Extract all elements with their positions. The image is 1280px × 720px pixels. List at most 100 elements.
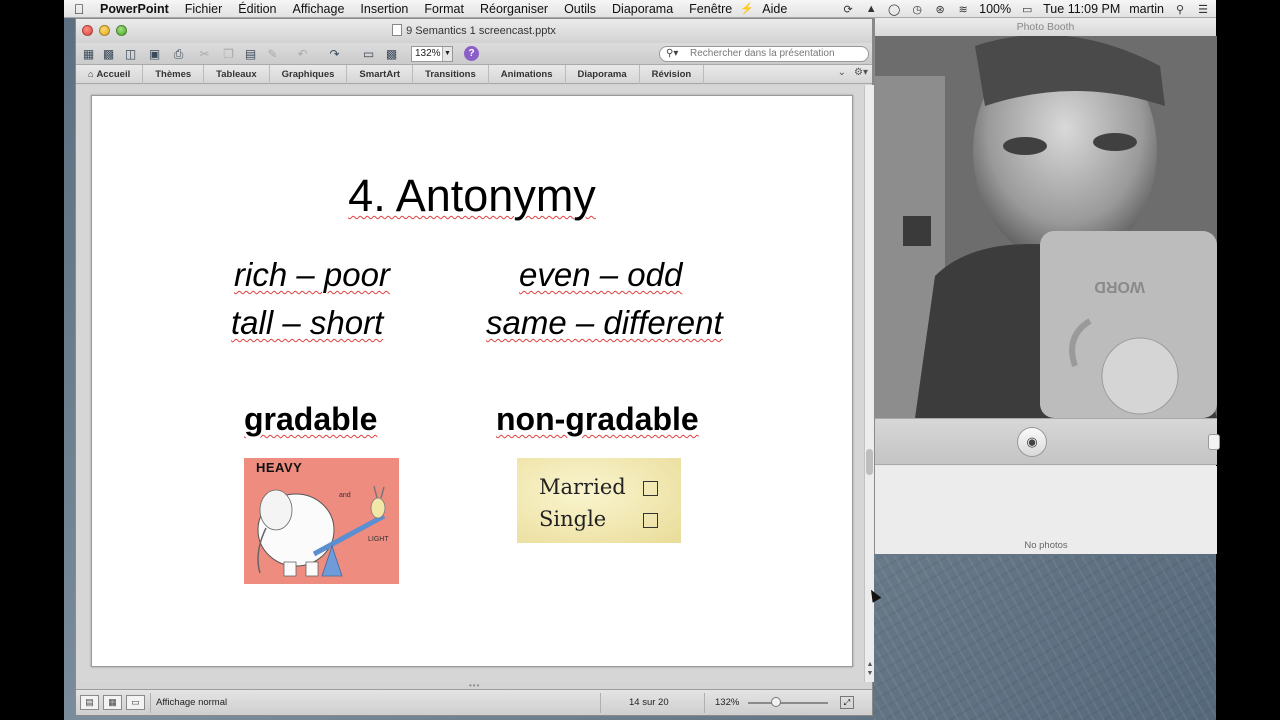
bluetooth-icon[interactable]: ⊛ [933,3,947,16]
redo-icon[interactable]: ↷ [326,46,343,62]
zoom-slider[interactable] [748,702,828,704]
menu-app-name[interactable]: PowerPoint [94,2,177,16]
camera-icon[interactable]: ◉ [1017,427,1047,457]
tab-themes[interactable]: Thèmes [143,64,205,84]
tab-diaporama[interactable]: Diaporama [566,64,640,84]
open-icon[interactable]: ◫ [122,46,139,62]
tab-accueil[interactable]: ⌂ Accueil [84,64,144,84]
antonym-pair: same – different [486,304,723,342]
slide-position: 14 sur 20 [629,697,669,708]
slide-show-icon[interactable]: ▭ [360,46,377,62]
battery-percent[interactable]: 100% [979,2,1011,16]
print-icon[interactable]: ⎙ [170,46,187,62]
ribbon-tabs: ⌂ Accueil Thèmes Tableaux Graphiques Smar… [76,64,872,84]
notification-center-icon[interactable]: ☰ [1196,3,1210,16]
status-zoom: 132% [715,697,740,708]
user-name[interactable]: martin [1129,2,1164,16]
menu-affichage[interactable]: Affichage [285,2,353,16]
tab-animations[interactable]: Animations [489,64,566,84]
antonym-pair: rich – poor [234,256,390,294]
status-divider [704,693,705,713]
menu-edition[interactable]: Édition [230,2,284,16]
drive-icon[interactable]: ▲ [864,3,878,15]
media-browser-icon[interactable]: ▩ [383,46,400,62]
standard-toolbar: ▦ ▩ ◫ ▣ ⎙ ✂ ❐ ▤ ✎ ↶ ↷ ▭ ▩ 132% ▼ ? ⚲▾ Re… [76,43,872,65]
tab-tableaux[interactable]: Tableaux [204,64,270,84]
nongradable-label-text: non-gradable [496,401,699,437]
gear-icon[interactable]: ⚙▾ [854,67,868,78]
elephant-seesaw-drawing [257,485,386,577]
menu-reorganiser[interactable]: Réorganiser [472,2,556,16]
no-photos-text: No photos [1024,540,1068,551]
letterbox-right [1216,0,1280,720]
time-machine-icon[interactable]: ◷ [910,3,924,16]
menu-format[interactable]: Format [416,2,472,16]
gallery-icon[interactable]: ▩ [100,46,117,62]
svg-text:WORD: WORD [1094,278,1145,295]
menu-insertion[interactable]: Insertion [352,2,416,16]
home-icon: ⌂ [88,68,94,79]
webcam-preview: WORD [875,36,1217,418]
tab-transitions[interactable]: Transitions [413,64,489,84]
menu-fenetre[interactable]: Fenêtre [681,2,740,16]
tab-graphiques[interactable]: Graphiques [270,64,348,84]
battery-icon[interactable]: ▭ [1020,3,1034,16]
new-presentation-icon[interactable]: ▦ [80,46,97,62]
copy-icon[interactable]: ❐ [220,46,237,62]
window-titlebar: 9 Semantics 1 screencast.pptx [76,19,872,43]
menu-diaporama[interactable]: Diaporama [604,2,681,16]
antonym-pair: even – odd [519,256,682,294]
search-placeholder: Rechercher dans la présentation [690,48,835,59]
chevron-down-icon[interactable]: ▼ [442,47,452,61]
heavy-light-illustration[interactable]: HEAVY and LIGHT [244,458,399,584]
webcam-person-image: WORD [875,36,1217,418]
photo-booth-title: Photo Booth [875,18,1216,36]
undo-icon[interactable]: ↶ [294,46,311,62]
paste-icon[interactable]: ▤ [242,46,259,62]
view-label: Affichage normal [156,697,228,708]
gradable-label: gradable [244,401,377,438]
menu-outils[interactable]: Outils [556,2,604,16]
gradable-label-text: gradable [244,401,378,437]
cut-icon[interactable]: ✂ [196,46,213,62]
shield-icon[interactable]: ◯ [887,3,901,16]
slide-title-text: 4. Antonymy [348,170,596,221]
fit-to-window-icon[interactable]: ⤢ [840,696,854,709]
slide-title: 4. Antonymy [92,170,852,222]
sync-icon[interactable]: ⟳ [841,3,855,16]
normal-view-icon[interactable]: ▤ [80,695,99,710]
menu-aide[interactable]: Aide [754,2,795,16]
wifi-icon[interactable]: ≋ [956,3,970,16]
apple-menu-icon[interactable]:  [64,1,94,17]
clock[interactable]: Tue 11:09 PM [1043,2,1120,16]
collapse-ribbon-icon[interactable]: ⌄ [838,67,846,78]
zoom-select[interactable]: 132% ▼ [411,46,453,62]
zoom-slider-knob[interactable] [771,697,781,707]
script-menu-icon[interactable]: ⚡ [740,3,754,15]
slide[interactable]: 4. Antonymy rich – poor tall – short eve… [91,95,853,667]
slide-show-view-icon[interactable]: ▭ [126,695,145,710]
antonym-pair-text: tall – short [231,304,384,341]
menu-fichier[interactable]: Fichier [177,2,231,16]
document-icon [392,24,403,36]
scroll-arrows-icon[interactable]: ▲ ▼ [865,656,875,682]
married-text: Married [539,475,626,499]
slide-sorter-icon[interactable]: ▦ [103,695,122,710]
desktop-wallpaper-pattern [874,556,1216,720]
save-icon[interactable]: ▣ [146,46,163,62]
married-single-form-image[interactable]: Married Single [517,458,681,543]
checkbox-icon [643,481,658,496]
checkbox-icon [643,513,658,528]
scrollbar-thumb[interactable] [866,449,873,475]
search-input[interactable]: ⚲▾ Rechercher dans la présentation [659,46,869,62]
format-painter-icon[interactable]: ✎ [264,46,281,62]
tab-smartart[interactable]: SmartArt [347,64,414,84]
spotlight-icon[interactable]: ⚲ [1173,3,1187,16]
help-icon[interactable]: ? [464,46,479,61]
powerpoint-window: 9 Semantics 1 screencast.pptx ▦ ▩ ◫ ▣ ⎙ … [75,18,875,716]
tab-accueil-label: Accueil [96,68,131,80]
menu-bar:  PowerPoint Fichier Édition Affichage I… [64,0,1216,18]
effects-button[interactable] [1208,434,1220,450]
tab-revision[interactable]: Révision [640,64,705,84]
slide-canvas: 4. Antonymy rich – poor tall – short eve… [76,85,864,682]
